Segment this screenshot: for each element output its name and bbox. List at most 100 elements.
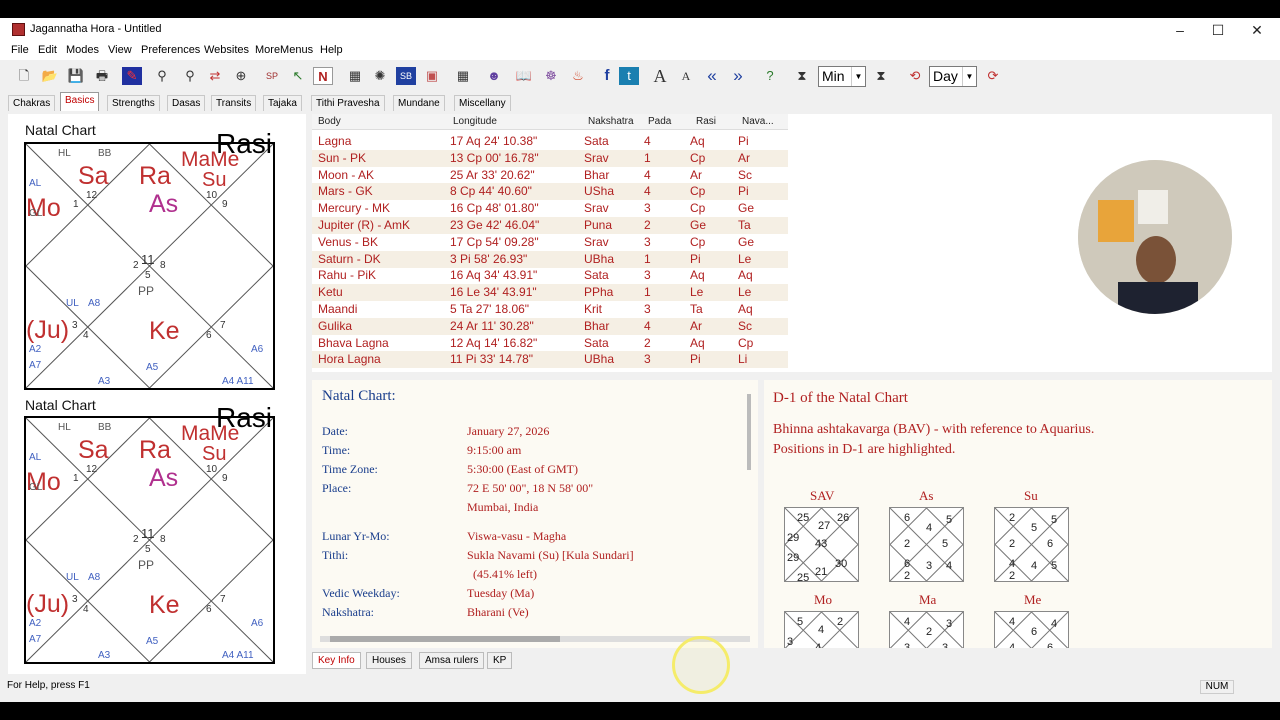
menu-edit[interactable]: Edit	[38, 44, 57, 56]
bav-mini-chart[interactable]: 255264425	[994, 507, 1069, 582]
table-row[interactable]: Saturn - DK 3 Pi 58' 26.93" UBha 1 Pi Le	[312, 250, 788, 268]
menu-websites[interactable]: Websites	[204, 44, 249, 56]
fire-icon[interactable]: ♨	[568, 67, 588, 85]
column-header[interactable]: Longitude	[453, 116, 497, 127]
menu-preferences[interactable]: Preferences	[141, 44, 200, 56]
natal-chart[interactable]: Rasi HL BB Sa Ra As MaMe Su AL Mo GL 12 …	[24, 402, 275, 664]
tab-tajaka[interactable]: Tajaka	[263, 95, 302, 111]
new-file-icon[interactable]: 🗋	[14, 67, 34, 85]
table-row[interactable]: Bhava Lagna 12 Aq 14' 16.82" Sata 2 Aq Cp	[312, 335, 788, 352]
column-header[interactable]: Nava...	[742, 116, 774, 127]
bav-mini-chart[interactable]: 542345	[784, 611, 859, 648]
data-icon[interactable]: ⚲	[152, 67, 172, 85]
period-select[interactable]: Day ▼	[929, 66, 977, 87]
sp-kh-icon[interactable]: SP	[262, 67, 282, 85]
tab-dasas[interactable]: Dasas	[167, 95, 206, 111]
square-icon[interactable]: ▣	[422, 67, 442, 85]
natal-chart[interactable]: Rasi HL BB Sa Ra As MaMe Su AL Mo GL 12 …	[24, 128, 275, 390]
menu-moremenus[interactable]: MoreMenus	[255, 44, 313, 56]
nakshatra-label: Nakshatra:	[322, 605, 374, 619]
grid-icon[interactable]: ▦	[345, 67, 365, 85]
table-row[interactable]: Mars - GK 8 Cp 44' 40.60" USha 4 Cp Pi	[312, 183, 788, 201]
sb-icon[interactable]: SB	[396, 67, 416, 85]
tab-houses[interactable]: Houses	[366, 652, 412, 669]
tab-mundane[interactable]: Mundane	[393, 95, 445, 111]
book-icon[interactable]: 📖	[514, 67, 534, 85]
table-cell: 24 Ar 11' 30.28"	[450, 318, 534, 333]
mask-icon[interactable]: ☸	[541, 67, 561, 85]
table-row[interactable]: Maandi 5 Ta 27' 18.06" Krit 3 Ta Aq	[312, 301, 788, 318]
bav-value: 4	[1009, 558, 1016, 570]
print-icon[interactable]: 🖶	[92, 67, 112, 85]
table-cell: Pi	[738, 184, 749, 199]
menu-view[interactable]: View	[108, 44, 132, 56]
tab-miscellany[interactable]: Miscellany	[454, 95, 511, 111]
tab-kp[interactable]: KP	[487, 652, 513, 669]
vertical-scrollbar[interactable]	[747, 394, 751, 470]
table-row[interactable]: Sun - PK 13 Cp 00' 16.78" Srav 1 Cp Ar	[312, 149, 788, 167]
sun-icon[interactable]: ✺	[370, 67, 390, 85]
people-icon[interactable]: ☻	[484, 67, 504, 85]
bav-mini-chart[interactable]: 423333	[889, 611, 964, 648]
tithi-label: Tithi:	[322, 548, 349, 562]
table-cell: Le	[690, 285, 704, 300]
tab-transits[interactable]: Transits	[211, 95, 257, 111]
tab-basics[interactable]: Basics	[60, 92, 100, 111]
table-row[interactable]: Rahu - PiK 16 Aq 34' 43.91" Sata 3 Aq Aq	[312, 267, 788, 284]
menu-modes[interactable]: Modes	[66, 44, 99, 56]
table-row[interactable]: Moon - AK 25 Ar 33' 20.62" Bhar 4 Ar Sc	[312, 167, 788, 184]
open-folder-icon[interactable]: 📂	[40, 67, 60, 85]
run-forward-icon[interactable]: ⟳	[983, 67, 1003, 85]
bav-mini-chart[interactable]: 464468	[994, 611, 1069, 648]
tab-amsa-rulers[interactable]: Amsa rulers	[419, 652, 485, 669]
column-header[interactable]: Nakshatra	[588, 116, 634, 127]
tab-key-info[interactable]: Key Info	[312, 652, 361, 669]
menu-file[interactable]: File	[11, 44, 29, 56]
table-row[interactable]: Lagna 17 Aq 24' 10.38" Sata 4 Aq Pi	[312, 133, 788, 150]
edit-chart-icon[interactable]: ✎	[122, 67, 142, 85]
pointer-icon[interactable]: ↖	[288, 67, 308, 85]
help-icon[interactable]: ?	[760, 67, 780, 85]
table-row[interactable]: Hora Lagna 11 Pi 33' 14.78" UBha 3 Pi Li	[312, 351, 788, 369]
globe-icon[interactable]: ⊕	[231, 67, 251, 85]
tab-strengths[interactable]: Strengths	[107, 95, 160, 111]
swap-icon[interactable]: ⇄	[205, 67, 225, 85]
column-header[interactable]: Rasi	[696, 116, 716, 127]
table-cell: Hora Lagna	[318, 352, 381, 367]
minimize-icon[interactable]: –	[1160, 20, 1200, 40]
column-header[interactable]: Body	[318, 116, 341, 127]
n-icon[interactable]: N	[313, 67, 333, 85]
mars-mercury-planet: MaMe	[181, 148, 240, 171]
font-small-icon[interactable]: A	[676, 67, 696, 85]
column-header[interactable]: Pada	[648, 116, 671, 127]
clock-back-icon[interactable]: ⧗	[792, 67, 812, 85]
bav-value: 25	[797, 512, 810, 524]
search-icon[interactable]: ⚲	[180, 67, 200, 85]
table-grid-icon[interactable]: ▦	[453, 67, 473, 85]
bav-mini-chart[interactable]: 25 27 26 29 43 29 30 21 25	[784, 507, 859, 584]
table-row[interactable]: Mercury - MK 16 Cp 48' 01.80" Srav 3 Cp Ge	[312, 200, 788, 217]
tab-tithi-pravesha[interactable]: Tithi Pravesha	[311, 95, 385, 111]
scrollbar-thumb[interactable]	[330, 636, 560, 642]
table-row[interactable]: Jupiter (R) - AmK 23 Ge 42' 46.04" Puna 2 Ge…	[312, 217, 788, 234]
font-large-icon[interactable]: A	[650, 67, 670, 85]
back-icon[interactable]: «	[702, 67, 722, 85]
close-icon[interactable]: ✕	[1237, 20, 1277, 40]
table-row[interactable]: Ketu 16 Le 34' 43.91" PPha 1 Le Le	[312, 284, 788, 302]
forward-icon[interactable]: »	[728, 67, 748, 85]
bav-mini-chart[interactable]: 645256324	[889, 507, 964, 582]
menu-help[interactable]: Help	[320, 44, 343, 56]
table-cell: Lagna	[318, 134, 352, 148]
twitter-icon[interactable]: t	[619, 67, 639, 85]
maximize-icon[interactable]: ☐	[1198, 20, 1238, 40]
table-cell: 3	[644, 201, 651, 216]
table-cell: 16 Aq 34' 43.91"	[450, 268, 538, 283]
tab-chakras[interactable]: Chakras	[8, 95, 56, 111]
clock-forward-icon[interactable]: ⧗	[871, 67, 891, 85]
table-row[interactable]: Venus - BK 17 Cp 54' 09.28" Srav 3 Cp Ge	[312, 234, 788, 251]
unit-select[interactable]: Min ▼	[818, 66, 866, 87]
save-icon[interactable]: 💾	[66, 67, 86, 85]
run-back-icon[interactable]: ⟲	[905, 67, 925, 85]
facebook-icon[interactable]: f	[597, 67, 617, 85]
table-row[interactable]: Gulika 24 Ar 11' 30.28" Bhar 4 Ar Sc	[312, 317, 788, 335]
